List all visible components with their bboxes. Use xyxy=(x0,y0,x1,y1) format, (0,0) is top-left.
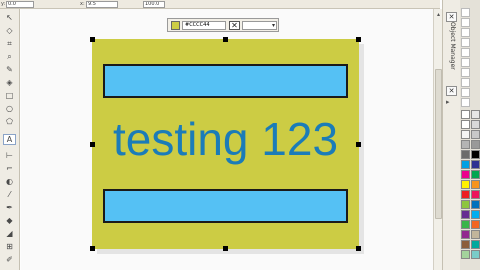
freehand-tool-icon[interactable]: ✎ xyxy=(3,64,16,75)
palette-swatch[interactable] xyxy=(461,250,470,259)
no-fill-icon[interactable]: ✕ xyxy=(229,21,240,30)
smart-drawing-tool-icon[interactable]: ✐ xyxy=(3,254,16,265)
palette-swatch[interactable] xyxy=(461,58,470,67)
palette-swatch[interactable] xyxy=(461,88,470,97)
x-position-field[interactable]: 9.5 xyxy=(86,1,118,8)
palette-swatch[interactable] xyxy=(461,18,470,27)
parallel-dimension-tool-icon[interactable]: ⊢ xyxy=(3,150,16,161)
selection-handle-bottom-left[interactable] xyxy=(90,246,95,251)
scroll-thumb[interactable] xyxy=(435,69,442,219)
artistic-text[interactable]: testing 123 xyxy=(92,111,359,167)
palette-swatch[interactable] xyxy=(471,210,480,219)
zoom-tool-icon[interactable]: ⌕ xyxy=(3,51,16,62)
palette-swatch[interactable] xyxy=(471,170,480,179)
crop-tool-icon[interactable]: ⌗ xyxy=(3,38,16,49)
selection-handle-top-right[interactable] xyxy=(356,37,361,42)
palette-swatch[interactable] xyxy=(461,220,470,229)
palette-swatch[interactable] xyxy=(461,28,470,37)
palette-swatch[interactable] xyxy=(471,190,480,199)
object-manager-docker: ✕ Object Manager ▸ ✕ xyxy=(442,0,460,270)
selection-handle-bottom-center[interactable] xyxy=(223,246,228,251)
vertical-scrollbar[interactable]: ▴ xyxy=(433,9,442,270)
docker-expand-arrow-icon[interactable]: ▸ xyxy=(446,98,450,106)
palette-swatch[interactable] xyxy=(461,230,470,239)
palette-swatch[interactable] xyxy=(461,110,470,119)
palette-swatch[interactable] xyxy=(461,200,470,209)
fill-tool-icon[interactable]: ◆ xyxy=(3,215,16,226)
selection-handle-bottom-right[interactable] xyxy=(356,246,361,251)
docker-close-icon[interactable]: ✕ xyxy=(446,12,457,22)
palette-swatch[interactable] xyxy=(471,250,480,259)
top-blue-bar[interactable] xyxy=(103,64,348,98)
palette-swatch[interactable] xyxy=(461,170,470,179)
palette-swatch[interactable] xyxy=(461,180,470,189)
polygon-tool-icon[interactable]: ⬠ xyxy=(3,116,16,127)
interactive-fill-tool-icon[interactable]: ◢ xyxy=(3,228,16,239)
palette-swatch[interactable] xyxy=(461,210,470,219)
palette-swatch[interactable] xyxy=(461,8,470,17)
palette-swatch[interactable] xyxy=(471,220,480,229)
selection-handle-middle-left[interactable] xyxy=(90,142,95,147)
palette-swatch[interactable] xyxy=(461,130,470,139)
palette-swatch[interactable] xyxy=(461,160,470,169)
palette-swatch[interactable] xyxy=(461,190,470,199)
bottom-blue-bar[interactable] xyxy=(103,189,348,223)
palette-swatch[interactable] xyxy=(461,240,470,249)
eyedropper-tool-icon[interactable]: ⁄ xyxy=(3,189,16,200)
scale-field[interactable]: 100.0 xyxy=(143,1,165,8)
palette-swatch[interactable] xyxy=(471,130,480,139)
connector-tool-icon[interactable]: ⌐ xyxy=(3,163,16,174)
palette-swatch[interactable] xyxy=(461,140,470,149)
palette-swatch[interactable] xyxy=(461,150,470,159)
docker-tab-label[interactable]: Object Manager xyxy=(447,22,457,92)
outline-tool-icon[interactable]: ✒ xyxy=(3,202,16,213)
color-hex-field[interactable]: #CCCC44 xyxy=(182,21,226,30)
palette-swatch[interactable] xyxy=(461,48,470,57)
smart-fill-tool-icon[interactable]: ◈ xyxy=(3,77,16,88)
selection-handle-top-left[interactable] xyxy=(90,37,95,42)
text-tool-icon[interactable]: A xyxy=(3,134,16,145)
blend-tool-icon[interactable]: ◐ xyxy=(3,176,16,187)
palette-swatch[interactable] xyxy=(461,68,470,77)
artwork-rectangle[interactable]: testing 123 xyxy=(92,39,359,249)
palette-swatch[interactable] xyxy=(471,180,480,189)
palette-swatch[interactable] xyxy=(471,110,480,119)
palette-swatch[interactable] xyxy=(471,160,480,169)
shape-tool-icon[interactable]: ◇ xyxy=(3,25,16,36)
pick-tool-icon[interactable]: ↖ xyxy=(3,12,16,23)
selection-handle-middle-right[interactable] xyxy=(356,142,361,147)
ellipse-tool-icon[interactable]: ○ xyxy=(3,103,16,114)
palette-swatch[interactable] xyxy=(471,230,480,239)
palette-swatch[interactable] xyxy=(471,240,480,249)
rectangle-tool-icon[interactable]: □ xyxy=(3,90,16,101)
mesh-fill-tool-icon[interactable]: ⊞ xyxy=(3,241,16,252)
y-label: y: xyxy=(1,1,6,7)
toolbox: ↖ ◇ ⌗ ⌕ ✎ ◈ □ ○ ⬠ A ⊢ ⌐ ◐ ⁄ ✒ ◆ ◢ ⊞ ✐ xyxy=(0,9,20,270)
docker-tab-close-icon[interactable]: ✕ xyxy=(446,86,457,96)
palette-swatch[interactable] xyxy=(461,98,470,107)
current-color-swatch[interactable] xyxy=(171,21,180,30)
property-bar: y: 0.0 x: 9.5 100.0 xyxy=(0,0,440,9)
palette-swatch[interactable] xyxy=(471,200,480,209)
fill-dropdown[interactable]: ▾ xyxy=(242,21,277,30)
scroll-up-arrow-icon[interactable]: ▴ xyxy=(435,11,442,18)
palette-swatch[interactable] xyxy=(471,150,480,159)
palette-swatch[interactable] xyxy=(471,120,480,129)
palette-swatch[interactable] xyxy=(471,140,480,149)
x-label: x: xyxy=(80,1,85,7)
selection-handle-top-center[interactable] xyxy=(223,37,228,42)
color-toolbar: #CCCC44 ✕ ▾ xyxy=(167,18,279,32)
palette-swatch[interactable] xyxy=(461,120,470,129)
y-position-field[interactable]: 0.0 xyxy=(6,1,34,8)
palette-swatch[interactable] xyxy=(461,78,470,87)
color-palette xyxy=(460,0,480,270)
palette-swatch[interactable] xyxy=(461,38,470,47)
